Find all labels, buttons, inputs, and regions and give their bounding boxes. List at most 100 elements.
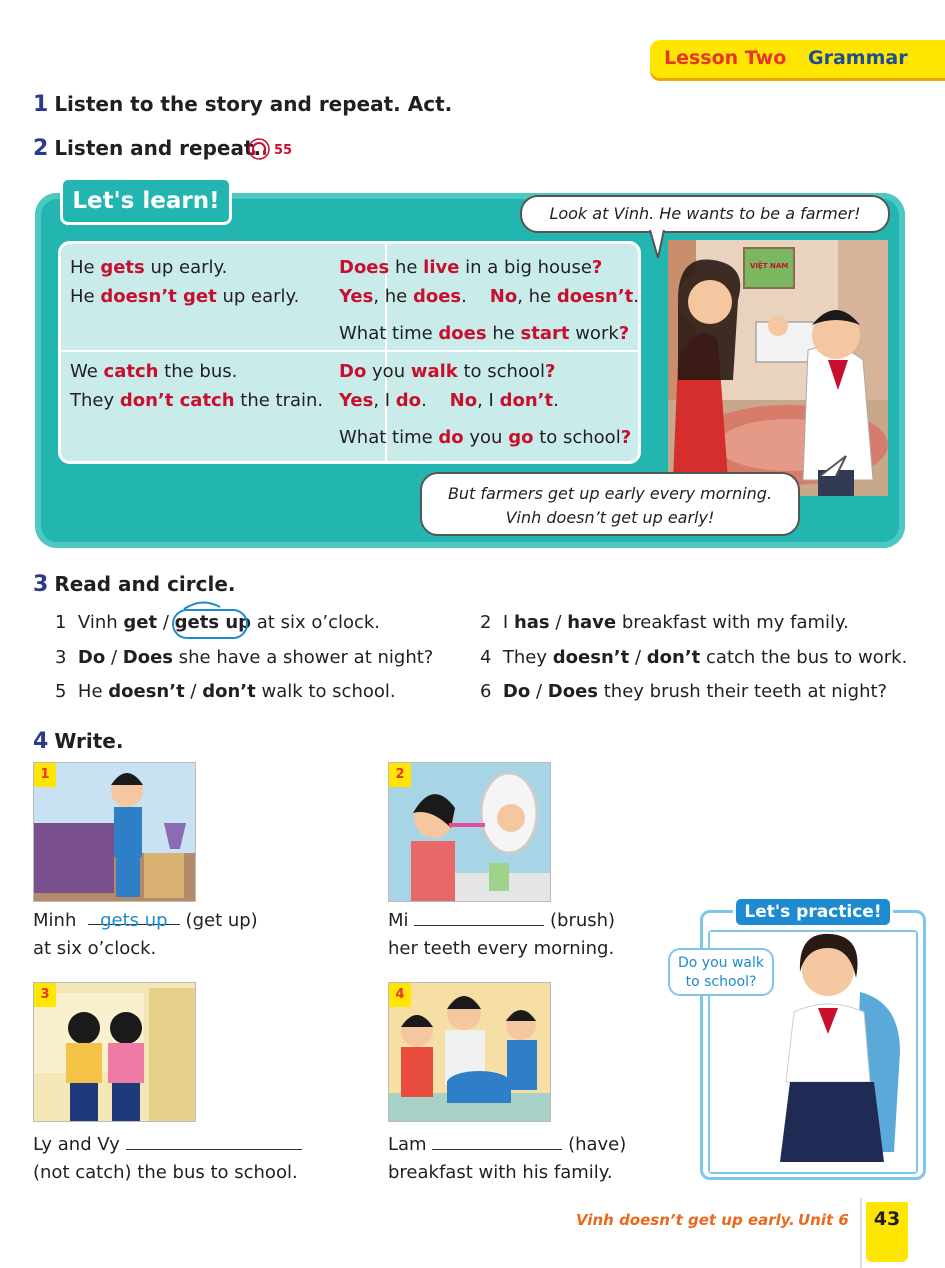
item-suffix: catch the bus to work. [706, 647, 908, 668]
sentence-continuation: (not catch) the bus to school. [33, 1162, 298, 1183]
section-4-title: Write. [54, 729, 124, 753]
grammar-cell-he-gets-up: He gets up early. He doesn’t get up earl… [70, 257, 300, 307]
section-3-title: Read and circle. [54, 572, 236, 596]
item-suffix: at six o’clock. [256, 612, 381, 633]
sentence-continuation: at six o’clock. [33, 938, 157, 959]
item-number: 6 [480, 681, 492, 702]
grammar-cell-do-you-walk: Do you walk to school? Yes, I do. No, I … [339, 361, 632, 448]
option-a[interactable]: has [514, 612, 550, 633]
option-b[interactable]: don’t [202, 681, 256, 702]
exercise-4-picture-3: 3 [33, 982, 196, 1122]
practice-question-bubble: Do you walk to school? [668, 948, 774, 996]
sentence-subject: Mi [388, 910, 409, 931]
verb-hint: (have) [568, 1134, 627, 1155]
speech-bubble-top-tail [649, 230, 665, 259]
option-a[interactable]: get [123, 612, 157, 633]
answer-blank[interactable] [414, 908, 545, 926]
audio-track-number: 55 [274, 143, 293, 158]
exercise-4-picture-1: 1 [33, 762, 196, 902]
option-b[interactable]: Does [123, 647, 173, 668]
lesson-header-tab: Lesson Two Grammar [650, 40, 945, 78]
practice-question-line-1: Do you walk [678, 955, 764, 971]
picture-number: 1 [34, 763, 56, 787]
page-number: 43 [866, 1202, 908, 1262]
exercise-3-item-4: 4 They doesn’t / don’t catch the bus to … [480, 647, 907, 668]
option-b[interactable]: have [567, 612, 616, 633]
table-divider-horizontal [61, 350, 638, 352]
option-separator: / [190, 681, 197, 702]
grammar-cell-does-he-live: Does he live in a big house? Yes, he doe… [339, 257, 640, 344]
item-prefix: I [502, 612, 509, 633]
option-a[interactable]: doesn’t [553, 647, 629, 668]
footer-phrase: Vinh doesn’t get up early. [576, 1211, 795, 1229]
option-separator: / [535, 681, 543, 702]
speech-bubble-bottom: But farmers get up early every morning. … [420, 472, 800, 536]
item-number: 4 [480, 647, 492, 668]
sentence-subject: Ly and Vy [33, 1134, 120, 1155]
answer-blank[interactable] [125, 1132, 302, 1150]
option-a[interactable]: Do [78, 647, 105, 668]
exercise-4-sentence-1: Minh gets up (get up) at six o’clock. [33, 907, 258, 963]
section-2-heading: 2 Listen and repeat. [33, 136, 261, 161]
option-separator: / [110, 647, 118, 668]
headphones-icon[interactable] [248, 138, 270, 164]
exercise-4-sentence-2: Mi (brush) her teeth every morning. [388, 907, 615, 963]
verb-hint: (brush) [550, 910, 616, 931]
practice-question-line-2: to school? [685, 974, 757, 990]
sentence-subject: Lam [388, 1134, 427, 1155]
section-3-number: 3 [33, 572, 49, 597]
picture-number: 4 [389, 983, 411, 1007]
section-2-title: Listen and repeat. [54, 136, 262, 160]
lesson-topic: Grammar [808, 47, 908, 69]
option-separator: / [162, 612, 169, 633]
option-a[interactable]: doesn’t [108, 681, 184, 702]
sentence-continuation: breakfast with his family. [388, 1162, 613, 1183]
exercise-3-item-3: 3 Do / Does she have a shower at night? [55, 647, 433, 668]
section-3-heading: 3 Read and circle. [33, 572, 236, 597]
section-1-title: Listen to the story and repeat. Act. [54, 92, 453, 116]
option-separator: / [555, 612, 562, 633]
exercise-4-sentence-3: Ly and Vy (not catch) the bus to school. [33, 1131, 302, 1187]
answer-tick-mark [183, 601, 221, 610]
exercise-3-item-6: 6 Do / Does they brush their teeth at ni… [480, 681, 887, 702]
lets-practice-title: Let's practice! [733, 896, 893, 928]
lesson-label: Lesson Two [664, 47, 787, 69]
item-suffix: walk to school. [261, 681, 396, 702]
speech-bubble-bottom-line-2: Vinh doesn’t get up early! [505, 508, 715, 527]
section-1-heading: 1 Listen to the story and repeat. Act. [33, 92, 452, 117]
exercise-4-sentence-4: Lam (have) breakfast with his family. [388, 1131, 626, 1187]
section-2-number: 2 [33, 136, 49, 161]
item-suffix: they brush their teeth at night? [603, 681, 888, 702]
verb-hint: (get up) [185, 910, 258, 931]
exercise-3-item-2: 2 I has / have breakfast with my family. [480, 612, 849, 633]
item-suffix: she have a shower at night? [178, 647, 434, 668]
section-4-number: 4 [33, 729, 49, 754]
item-number: 5 [55, 681, 67, 702]
item-prefix: They [502, 647, 548, 668]
grammar-table: He gets up early. He doesn’t get up earl… [58, 241, 641, 464]
item-prefix: He [77, 681, 103, 702]
option-b[interactable]: Does [548, 681, 598, 702]
wall-sign-text: VIỆT NAM [750, 262, 789, 270]
exercise-4-picture-4: 4 [388, 982, 551, 1122]
lets-learn-title: Let's learn! [60, 177, 232, 225]
grammar-cell-we-catch: We catch the bus. They don’t catch the t… [70, 361, 324, 411]
picture-number: 2 [389, 763, 411, 787]
story-illustration: VIỆT NAM [668, 240, 888, 496]
speech-bubble-top: Look at Vinh. He wants to be a farmer! [520, 195, 890, 233]
option-b[interactable]: don’t [647, 647, 701, 668]
item-suffix: breakfast with my family. [621, 612, 849, 633]
answer-circle [172, 609, 248, 639]
answer-blank[interactable]: gets up [87, 907, 180, 931]
answer-blank[interactable] [432, 1132, 563, 1150]
speech-bubble-bottom-tail [820, 455, 847, 477]
exercise-4-picture-2: 2 [388, 762, 551, 902]
footer-unit: Unit 6 [798, 1211, 849, 1229]
item-number: 1 [55, 612, 67, 633]
picture-number: 3 [34, 983, 56, 1007]
exercise-3-item-5: 5 He doesn’t / don’t walk to school. [55, 681, 396, 702]
speech-bubble-bottom-line-1: But farmers get up early every morning. [447, 484, 773, 503]
option-a[interactable]: Do [503, 681, 530, 702]
option-separator: / [634, 647, 642, 668]
footer-divider [860, 1198, 862, 1268]
